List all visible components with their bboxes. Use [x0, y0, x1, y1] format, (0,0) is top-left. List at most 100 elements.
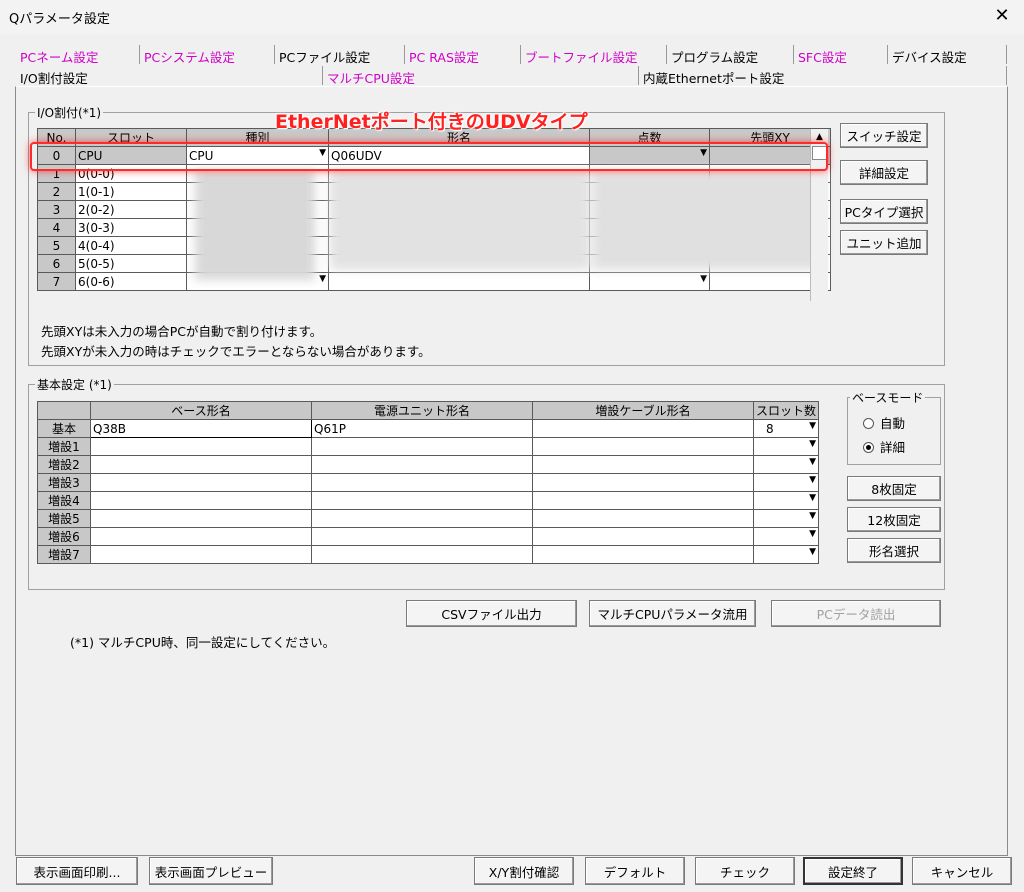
multi-cpu-param-button[interactable]: マルチCPUパラメータ流用 [589, 600, 756, 627]
slot-count-select[interactable]: ▼ [753, 509, 819, 528]
base-row-label: 増設2 [37, 455, 91, 474]
dropdown-arrow-icon[interactable]: ▼ [809, 475, 816, 485]
tab-device[interactable]: デバイス設定 [887, 45, 1007, 65]
switch-settings-button[interactable]: スイッチ設定 [840, 123, 928, 148]
tab-sfc[interactable]: SFC設定 [793, 45, 886, 65]
base-table-header: ベース形名 電源ユニット形名 増設ケーブル形名 スロット数 [37, 401, 819, 420]
tab-pc-ras[interactable]: PC RAS設定 [404, 45, 519, 65]
table-row: 増設5 ▼ [37, 509, 819, 528]
io-note-2: 先頭XYが未入力の時はチェックでエラーとならない場合があります。 [41, 344, 431, 359]
base-row-label: 増設4 [37, 491, 91, 510]
row-slot: 4(0-4) [75, 236, 187, 255]
power-model-input[interactable] [311, 437, 533, 456]
fixed-12-button[interactable]: 12枚固定 [847, 507, 941, 532]
highlight-box [30, 142, 828, 171]
pc-data-read-button[interactable]: PCデータ読出 [771, 600, 941, 627]
cable-model-input[interactable] [532, 545, 754, 564]
col-cable-model: 増設ケーブル形名 [532, 401, 754, 420]
cable-model-input[interactable] [532, 491, 754, 510]
cable-model-input[interactable] [532, 509, 754, 528]
tab-pc-system[interactable]: PCシステム設定 [139, 45, 273, 65]
cable-model-input[interactable] [532, 527, 754, 546]
row-no: 3 [37, 200, 76, 219]
fixed-8-button[interactable]: 8枚固定 [847, 476, 941, 501]
tab-boot-file[interactable]: ブートファイル設定 [520, 45, 665, 65]
slot-count-select[interactable]: ▼ [753, 545, 819, 564]
row-slot: 5(0-5) [75, 254, 187, 273]
table-row: 増設7 ▼ [37, 545, 819, 564]
row-slot: 3(0-3) [75, 218, 187, 237]
print-preview-button[interactable]: 表示画面プレビュー [149, 857, 273, 885]
base-model-input[interactable] [90, 509, 312, 528]
table-row: 増設3 ▼ [37, 473, 819, 492]
base-model-input[interactable] [90, 437, 312, 456]
power-model-input[interactable] [311, 509, 533, 528]
table-row: 増設1 ▼ [37, 437, 819, 456]
finish-settings-button[interactable]: 設定終了 [803, 857, 903, 885]
cable-model-input[interactable] [532, 419, 754, 438]
cable-model-input[interactable] [532, 437, 754, 456]
tab-io-assignment[interactable]: I/O割付設定 [16, 66, 321, 86]
detail-settings-button[interactable]: 詳細設定 [840, 160, 928, 185]
title-bar: Qパラメータ設定 ✕ [0, 0, 1024, 34]
slot-count-select[interactable]: ▼ [753, 527, 819, 546]
table-row: 7 6(0-6) ▼ ▼ ▼ [37, 272, 831, 291]
base-model-input[interactable]: Q38B [90, 419, 312, 438]
tab-pc-name[interactable]: PCネーム設定 [16, 45, 138, 65]
col-power-model: 電源ユニット形名 [311, 401, 533, 420]
scroll-up-icon[interactable]: ▲ [811, 132, 828, 142]
slot-count-select[interactable]: 8 ▼ [753, 419, 819, 438]
close-icon[interactable]: ✕ [990, 4, 1014, 28]
base-model-input[interactable] [90, 545, 312, 564]
cable-model-input[interactable] [532, 455, 754, 474]
blurred-region [330, 170, 590, 270]
window-title: Qパラメータ設定 [9, 12, 110, 27]
base-mode-detail-radio[interactable]: 詳細 [863, 437, 905, 456]
dropdown-arrow-icon[interactable]: ▼ [809, 421, 816, 431]
table-row: 増設4 ▼ [37, 491, 819, 510]
xy-assignment-check-button[interactable]: X/Y割付確認 [474, 857, 574, 885]
slot-count-select[interactable]: ▼ [753, 455, 819, 474]
dropdown-arrow-icon[interactable]: ▼ [809, 493, 816, 503]
tab-pc-file[interactable]: PCファイル設定 [274, 45, 403, 65]
dropdown-arrow-icon[interactable]: ▼ [809, 439, 816, 449]
radio-label: 詳細 [880, 440, 906, 455]
tab-program[interactable]: プログラム設定 [666, 45, 792, 65]
cable-model-input[interactable] [532, 473, 754, 492]
slot-count-select[interactable]: ▼ [753, 437, 819, 456]
power-model-input[interactable] [311, 473, 533, 492]
dropdown-arrow-icon[interactable]: ▼ [809, 529, 816, 539]
power-model-input[interactable] [311, 527, 533, 546]
power-model-input[interactable] [311, 545, 533, 564]
power-model-input[interactable]: Q61P [311, 419, 533, 438]
model-input[interactable] [328, 272, 590, 291]
add-unit-button[interactable]: ユニット追加 [840, 230, 928, 255]
check-button[interactable]: チェック [695, 857, 795, 885]
slot-count-select[interactable]: ▼ [753, 473, 819, 492]
power-model-input[interactable] [311, 491, 533, 510]
model-select-button[interactable]: 形名選択 [847, 538, 941, 563]
dropdown-arrow-icon[interactable]: ▼ [809, 547, 816, 557]
print-screen-button[interactable]: 表示画面印刷... [16, 857, 138, 885]
table-row: 基本 Q38B Q61P 8 ▼ [37, 419, 819, 438]
tab-builtin-ethernet[interactable]: 内蔵Ethernetポート設定 [638, 66, 1007, 86]
base-model-input[interactable] [90, 527, 312, 546]
points-select[interactable]: ▼ [589, 272, 710, 291]
default-button[interactable]: デフォルト [585, 857, 685, 885]
cancel-button[interactable]: キャンセル [912, 857, 1012, 885]
tab-multi-cpu[interactable]: マルチCPU設定 [322, 66, 637, 86]
dropdown-arrow-icon[interactable]: ▼ [809, 457, 816, 467]
csv-output-button[interactable]: CSVファイル出力 [406, 600, 577, 627]
base-model-input[interactable] [90, 473, 312, 492]
base-model-input[interactable] [90, 491, 312, 510]
slot-count-value: 8 [766, 421, 774, 436]
dropdown-arrow-icon[interactable]: ▼ [700, 274, 707, 284]
dropdown-arrow-icon[interactable]: ▼ [319, 274, 326, 284]
pc-type-select-button[interactable]: PCタイプ選択 [840, 199, 928, 224]
dropdown-arrow-icon[interactable]: ▼ [809, 511, 816, 521]
io-note-1: 先頭XYは未入力の場合PCが自動で割り付けます。 [41, 324, 323, 339]
slot-count-select[interactable]: ▼ [753, 491, 819, 510]
base-mode-auto-radio[interactable]: 自動 [863, 413, 905, 432]
power-model-input[interactable] [311, 455, 533, 474]
base-model-input[interactable] [90, 455, 312, 474]
